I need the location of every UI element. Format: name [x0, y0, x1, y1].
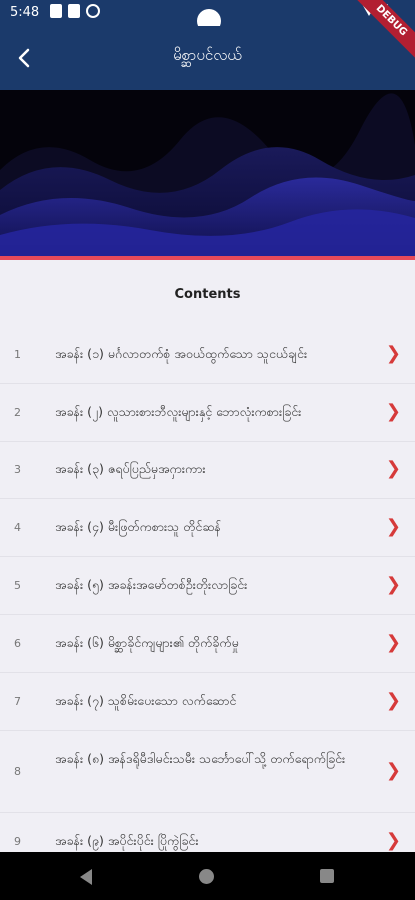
- chapter-item-5[interactable]: 5 အခန်း (၅) အခန်းအမော်တစ်ဦးတိုးလာခြင်း ❯: [0, 557, 415, 615]
- nav-home-icon[interactable]: [199, 869, 214, 884]
- chapter-number: 7: [14, 695, 21, 708]
- status-notification-icons: [50, 4, 100, 18]
- chapter-title: အခန်း (၉) အပိုင်းပိုင်း ပြိုကွဲခြင်း: [55, 833, 199, 848]
- chevron-right-icon: ❯: [385, 830, 401, 851]
- chapter-item-4[interactable]: 4 အခန်း (၄) မီးဖြတ်ကစားသူ တိုင်ဆန် ❯: [0, 499, 415, 557]
- sync-icon: [86, 4, 100, 18]
- app-bar: မိစ္ဆာပင်လယ်: [0, 26, 415, 90]
- chevron-right-icon: ❯: [385, 690, 401, 711]
- chapter-item-2[interactable]: 2 အခန်း (၂) လူသားစားဘီလူးများနှင့် ဘောလု…: [0, 384, 415, 442]
- page-title: မိစ္ဆာပင်လယ်: [173, 46, 242, 64]
- nav-recents-icon[interactable]: [320, 869, 334, 883]
- chapter-title: အခန်း (၈) အန်ဒရိုမီဒါမင်းသမီး သင်္ဘောပေါ…: [55, 751, 346, 766]
- nav-back-icon[interactable]: [80, 869, 92, 885]
- chapter-title: အခန်း (၄) မီးဖြတ်ကစားသူ တိုင်ဆန်: [55, 519, 221, 534]
- chapter-title: အခန်း (၆) မိစ္ဆာခိုင်ကျများ၏ တိုက်ခိုက်မ…: [55, 635, 239, 650]
- sd-card-icon: [50, 4, 62, 18]
- chapter-number: 5: [14, 579, 21, 592]
- chevron-right-icon: ❯: [385, 343, 401, 364]
- chapter-item-7[interactable]: 7 အခန်း (၇) သူစိမ်းပေးသော လက်ဆောင် ❯: [0, 673, 415, 731]
- chapter-number: 2: [14, 406, 21, 419]
- chapter-title: အခန်း (၃) ဇရပ်ပြည်မှအဂှားကား: [55, 461, 206, 476]
- status-time: 5:48: [10, 5, 40, 20]
- chevron-right-icon: ❯: [385, 632, 401, 653]
- chapter-title: အခန်း (၅) အခန်းအမော်တစ်ဦးတိုးလာခြင်း: [55, 577, 248, 592]
- chapter-item-1[interactable]: 1 အခန်း (၁) မင်္ဂလာတက်စုံ အဝယ်ထွက်သော သူ…: [0, 326, 415, 384]
- chapter-number: 8: [14, 765, 21, 778]
- chevron-right-icon: ❯: [385, 760, 401, 781]
- chapter-item-9[interactable]: 9 အခန်း (၉) အပိုင်းပိုင်း ပြိုကွဲခြင်း ❯: [0, 813, 415, 852]
- chapter-item-3[interactable]: 3 အခန်း (၃) ဇရပ်ပြည်မှအဂှားကား ❯: [0, 442, 415, 499]
- chapter-number: 4: [14, 521, 21, 534]
- cover-banner-image: [0, 90, 415, 256]
- system-nav-bar: [0, 852, 415, 900]
- chevron-left-icon: [18, 48, 30, 68]
- chapter-number: 9: [14, 835, 21, 848]
- chevron-right-icon: ❯: [385, 574, 401, 595]
- chevron-right-icon: ❯: [385, 516, 401, 537]
- chapter-list[interactable]: 1 အခန်း (၁) မင်္ဂလာတက်စုံ အဝယ်ထွက်သော သူ…: [0, 326, 415, 852]
- chevron-right-icon: ❯: [385, 401, 401, 422]
- chapter-number: 1: [14, 348, 21, 361]
- contents-header: Contents: [0, 260, 415, 326]
- chapter-item-8[interactable]: 8 အခန်း (၈) အန်ဒရိုမီဒါမင်းသမီး သင်္ဘောပ…: [0, 731, 415, 813]
- chapter-number: 3: [14, 463, 21, 476]
- chapter-title: အခန်း (၇) သူစိမ်းပေးသော လက်ဆောင်: [55, 693, 237, 708]
- contents-title: Contents: [174, 287, 241, 302]
- chapter-item-6[interactable]: 6 အခန်း (၆) မိစ္ဆာခိုင်ကျများ၏ တိုက်ခိုက…: [0, 615, 415, 673]
- back-button[interactable]: [6, 40, 42, 76]
- clipboard-icon: [68, 4, 80, 18]
- chevron-right-icon: ❯: [385, 458, 401, 479]
- chapter-number: 6: [14, 637, 21, 650]
- chapter-title: အခန်း (၁) မင်္ဂလာတက်စုံ အဝယ်ထွက်သော သူငယ…: [55, 346, 308, 361]
- chapter-title: အခန်း (၂) လူသားစားဘီလူးများနှင့် ဘောလုံး…: [55, 404, 302, 419]
- mountain-waves-illustration: [0, 90, 415, 256]
